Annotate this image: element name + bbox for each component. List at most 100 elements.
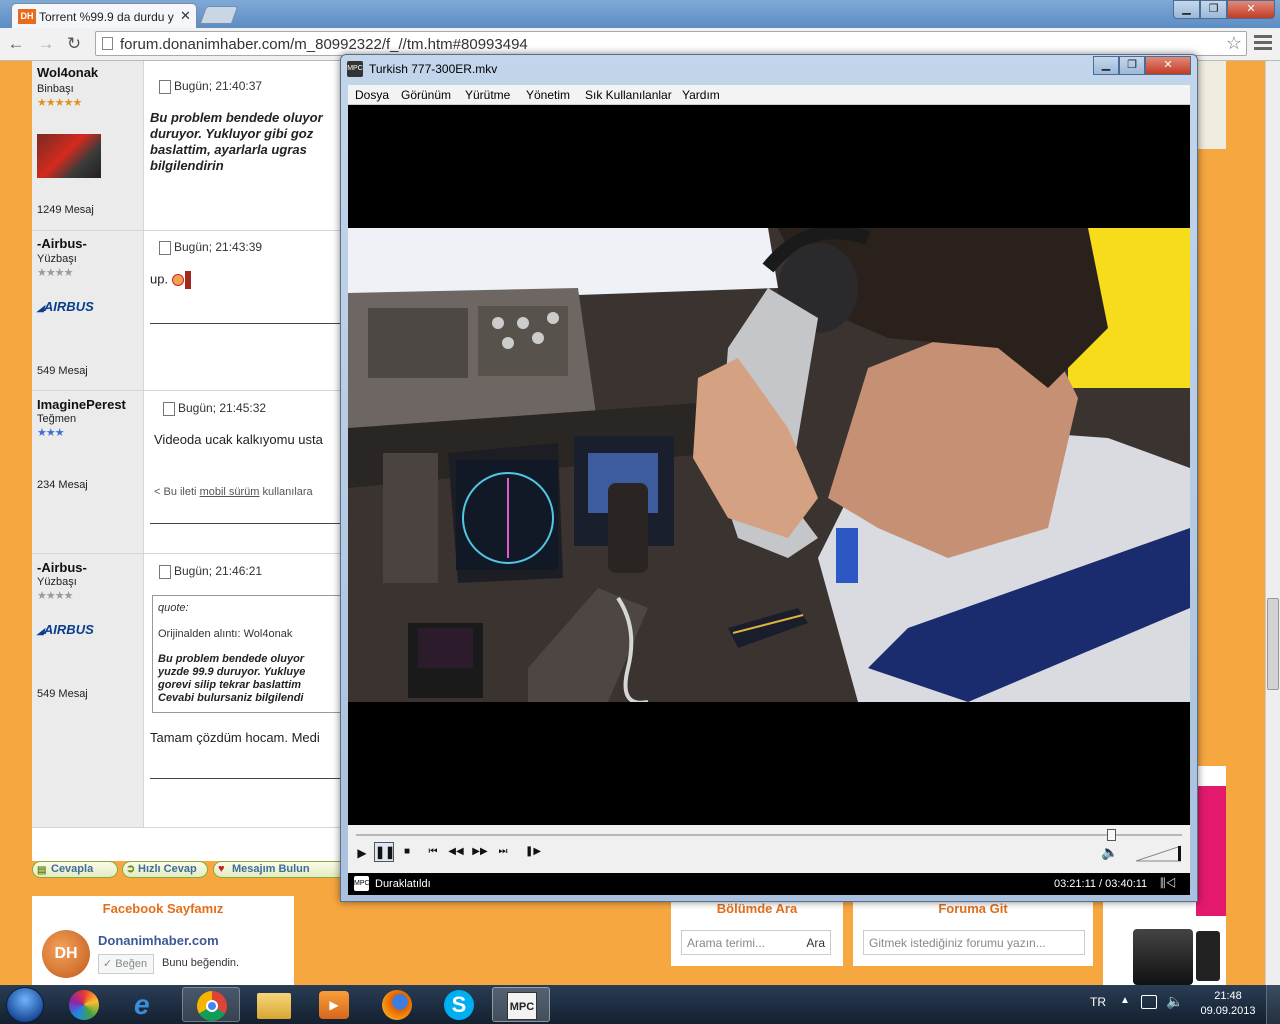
- address-bar[interactable]: forum.donanimhaber.com/m_80992322/f_//tm…: [95, 31, 1247, 56]
- mobile-note: < Bu ileti mobil sürüm kullanılara: [154, 486, 313, 498]
- rank-stars: ★★★★: [37, 590, 73, 602]
- phone-ad-icon: [1133, 929, 1193, 985]
- facebook-logo-icon: DH: [42, 930, 90, 978]
- bookmark-star-icon[interactable]: ☆: [1226, 33, 1242, 54]
- url-text: forum.donanimhaber.com/m_80992322/f_//tm…: [120, 36, 528, 53]
- rewind-icon[interactable]: ◀◀: [446, 846, 466, 857]
- menu-play[interactable]: Yürütme: [465, 88, 510, 102]
- menu-navigate[interactable]: Yönetim: [526, 88, 570, 102]
- forum-post: ImaginePerest Teğmen ★★★ 234 Mesaj Bugün…: [32, 391, 350, 554]
- start-button-icon[interactable]: [6, 987, 44, 1023]
- username[interactable]: -Airbus-: [37, 560, 87, 575]
- post-date: Bugün; 21:43:39: [174, 240, 263, 254]
- search-button[interactable]: Ara: [806, 936, 825, 950]
- video-area[interactable]: [348, 105, 1190, 825]
- find-message-button[interactable]: ♥ Mesajım Bulun: [213, 861, 353, 878]
- close-tab-icon[interactable]: ✕: [180, 8, 191, 24]
- goto-forum-input[interactable]: Gitmek istediğiniz forumu yazın...: [863, 930, 1085, 955]
- player-controls: ▶ ❚❚ ■ ⏮ ◀◀ ▶▶ ⏭ ❚▶ 🔈: [348, 825, 1190, 873]
- previous-icon[interactable]: ⏮: [423, 846, 443, 857]
- seek-thumb[interactable]: [1106, 829, 1116, 841]
- user-rank: Yüzbaşı: [37, 576, 77, 588]
- username[interactable]: Wol4onak: [37, 65, 98, 80]
- language-indicator[interactable]: TR: [1090, 995, 1106, 1009]
- pause-icon[interactable]: ❚❚: [374, 842, 395, 862]
- back-arrow-icon[interactable]: ←: [6, 34, 26, 54]
- search-input[interactable]: Arama terimi... Ara: [681, 930, 831, 955]
- taskbar-internet-explorer[interactable]: e: [120, 987, 178, 1022]
- message-count: 549 Mesaj: [37, 688, 88, 700]
- taskbar-chrome[interactable]: [182, 987, 240, 1022]
- menu-help[interactable]: Yardım: [682, 88, 720, 102]
- user-rank: Yüzbaşı: [37, 253, 77, 265]
- page-scrollbar[interactable]: [1265, 61, 1280, 985]
- taskbar-media-player[interactable]: ▶: [305, 987, 363, 1022]
- player-maximize-button[interactable]: ❐: [1119, 56, 1145, 75]
- volume-thumb[interactable]: [1178, 846, 1181, 861]
- taskbar-media-player-classic[interactable]: MPC: [492, 987, 550, 1022]
- rank-stars: ★★★: [37, 427, 65, 439]
- new-tab-button[interactable]: [199, 6, 239, 24]
- forward-arrow-icon[interactable]: →: [36, 34, 56, 54]
- seek-bar[interactable]: [356, 829, 1182, 841]
- close-window-button[interactable]: ✕: [1227, 0, 1275, 19]
- reload-icon[interactable]: ↻: [64, 34, 84, 54]
- player-close-button[interactable]: ✕: [1145, 56, 1191, 75]
- clock[interactable]: 21:48 09.09.2013: [1196, 989, 1260, 1019]
- signature-divider: [150, 323, 350, 324]
- picasa-icon: [69, 990, 99, 1020]
- section-search-panel: Bölümde Ara Arama terimi... Ara: [671, 896, 843, 966]
- folder-icon: [257, 993, 291, 1019]
- username[interactable]: ImaginePerest: [37, 397, 126, 412]
- facebook-title: Facebook Sayfamız: [102, 901, 224, 916]
- heart-icon: ♥: [218, 863, 225, 875]
- media-player-window: MPC Turkish 777-300ER.mkv ▁ ❐ ✕ Dosya Gö…: [340, 54, 1198, 902]
- taskbar: e ▶ S MPC TR ▲ 🔈 21:48 09.09.2013: [0, 985, 1280, 1024]
- menu-file[interactable]: Dosya: [355, 88, 389, 102]
- ad-banner: [1196, 61, 1226, 149]
- volume-tray-icon[interactable]: 🔈: [1166, 993, 1183, 1010]
- ad-banner: [1196, 766, 1226, 985]
- taskbar-skype[interactable]: S: [430, 987, 488, 1022]
- show-desktop-button[interactable]: [1266, 985, 1280, 1024]
- browser-tab-strip: DH Torrent %99.9 da durdu yardım ✕ ▁ ❐ ✕: [0, 0, 1280, 28]
- username[interactable]: -Airbus-: [37, 236, 87, 251]
- minimize-button[interactable]: ▁: [1173, 0, 1200, 19]
- post-date: Bugün; 21:46:21: [174, 564, 263, 578]
- taskbar-picasa[interactable]: [55, 987, 113, 1022]
- maximize-button[interactable]: ❐: [1200, 0, 1227, 19]
- frame-step-icon[interactable]: ❚▶: [523, 846, 543, 857]
- quick-reply-button[interactable]: ➲ Hızlı Cevap: [122, 861, 208, 878]
- signature-divider: [150, 778, 350, 779]
- menu-view[interactable]: Görünüm: [401, 88, 451, 102]
- internet-explorer-icon: e: [134, 989, 150, 1020]
- stop-icon[interactable]: ■: [397, 846, 417, 857]
- browser-tab[interactable]: DH Torrent %99.9 da durdu yardım ✕: [11, 3, 197, 28]
- playback-status: Duraklatıldı: [375, 878, 431, 890]
- menu-favorites[interactable]: Sık Kullanılanlar: [585, 88, 672, 102]
- network-icon[interactable]: [1141, 995, 1157, 1009]
- smiley-icon: [171, 274, 184, 286]
- message-count: 549 Mesaj: [37, 365, 88, 377]
- player-app-icon: MPC: [347, 61, 363, 77]
- volume-slider[interactable]: [1135, 844, 1182, 862]
- scrollbar-thumb[interactable]: [1267, 598, 1279, 690]
- media-player-classic-icon: MPC: [507, 992, 537, 1020]
- document-icon: [159, 241, 171, 255]
- goto-forum-panel: Foruma Git Gitmek istediğiniz forumu yaz…: [853, 896, 1093, 966]
- like-button[interactable]: ✓ Beğen: [98, 954, 154, 974]
- volume-speaker-icon[interactable]: 🔈: [1100, 844, 1120, 861]
- forum-thread: Wol4onak Binbaşı ★★★★★ 1249 Mesaj Bugün;…: [32, 61, 352, 861]
- show-hidden-icons[interactable]: ▲: [1120, 995, 1130, 1006]
- mobile-version-link[interactable]: mobil sürüm: [200, 486, 260, 498]
- taskbar-firefox[interactable]: [368, 987, 426, 1022]
- fast-forward-icon[interactable]: ▶▶: [470, 846, 490, 857]
- facebook-page-link[interactable]: Donanimhaber.com: [98, 933, 219, 948]
- menu-icon[interactable]: [1254, 35, 1272, 53]
- reply-button[interactable]: ▤ Cevapla: [32, 861, 118, 878]
- player-minimize-button[interactable]: ▁: [1093, 56, 1119, 75]
- page-icon: [102, 37, 113, 50]
- play-icon[interactable]: ▶: [352, 846, 372, 860]
- next-icon[interactable]: ⏭: [493, 846, 513, 857]
- taskbar-file-explorer[interactable]: [245, 987, 303, 1022]
